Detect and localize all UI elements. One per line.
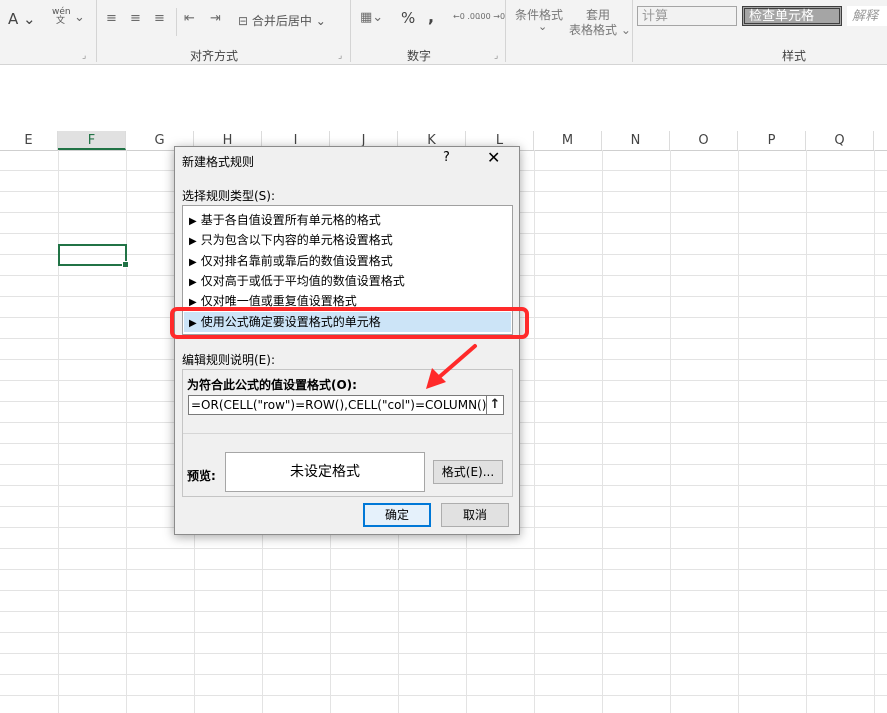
separator — [176, 8, 177, 36]
preview-box: 未设定格式 — [225, 452, 425, 492]
dialog-title: 新建格式规则 — [182, 155, 255, 169]
merge-center-label: 合并后居中 — [251, 14, 312, 28]
percent-button[interactable]: % — [401, 9, 415, 27]
help-icon[interactable]: ? — [443, 150, 450, 165]
ok-button[interactable]: 确定 — [363, 503, 431, 527]
expand-triangle-icon: ▶ — [189, 277, 197, 288]
group-label-alignment: 对齐方式 — [190, 49, 239, 63]
phonetic-dropdown-icon[interactable]: ⌄ — [74, 10, 85, 25]
expand-triangle-icon: ▶ — [189, 236, 197, 247]
formula-input[interactable]: =OR(CELL("row")=ROW(),CELL("col")=COLUMN… — [188, 395, 488, 415]
new-format-rule-dialog: 新建格式规则 ? ✕ 选择规则类型(S): ▶ 基于各自值设置所有单元格的格式 ▶… — [174, 146, 520, 535]
font-color-icon: A — [8, 10, 19, 28]
group-label-styles: 样式 — [782, 49, 807, 63]
separator — [96, 0, 97, 62]
formula-label: 为符合此公式的值设置格式(O): — [187, 378, 357, 392]
rule-type-item[interactable]: ▶ 仅对高于或低于平均值的数值设置格式 — [189, 271, 405, 291]
divider — [183, 433, 512, 434]
table-format-label: 表格格式 — [569, 23, 618, 37]
column-header-q[interactable]: Q — [806, 131, 874, 150]
phonetic-button[interactable]: wén 文 — [52, 8, 71, 26]
separator — [350, 0, 351, 62]
column-header-n[interactable]: N — [602, 131, 670, 150]
column-header-p[interactable]: P — [738, 131, 806, 150]
close-icon[interactable]: ✕ — [487, 148, 500, 167]
style-check-cell[interactable]: 检查单元格 — [742, 6, 842, 26]
dialog-launcher-icon[interactable]: ⌟ — [494, 51, 498, 61]
style-explain[interactable]: 解释 — [847, 6, 887, 26]
column-header-e[interactable]: E — [0, 131, 58, 150]
table-format-button[interactable]: 表格格式 ⌄ — [569, 21, 631, 38]
dialog-launcher-icon[interactable]: ⌟ — [338, 51, 342, 61]
decrease-indent-icon[interactable]: ⇤ — [184, 11, 195, 26]
group-label-number: 数字 — [407, 49, 432, 63]
ribbon: A ⌄ wén 文 ⌄ ≡ ≡ ≡ ⇤ ⇥ ⊟ 合并后居中 ⌄ ▦⌄ % , ←… — [0, 0, 887, 65]
merge-center-icon: ⊟ — [238, 14, 249, 28]
merge-center-button[interactable]: ⊟ 合并后居中 ⌄ — [238, 12, 326, 29]
rule-type-label: 仅对唯一值或重复值设置格式 — [200, 294, 357, 308]
merge-dropdown-icon: ⌄ — [315, 14, 326, 28]
dialog-launcher-icon[interactable]: ⌟ — [82, 51, 86, 61]
separator — [632, 0, 633, 62]
expand-triangle-icon: ▶ — [189, 257, 197, 268]
select-rule-type-label: 选择规则类型(S): — [182, 189, 276, 203]
align-left-icon[interactable]: ≡ — [106, 11, 117, 26]
collapse-dialog-icon[interactable]: ↑ — [486, 395, 504, 415]
format-button[interactable]: 格式(E)... — [433, 460, 503, 484]
conditional-format-dropdown-icon[interactable]: ⌄ — [538, 20, 547, 33]
align-center-icon[interactable]: ≡ — [130, 11, 141, 26]
column-header-m[interactable]: M — [534, 131, 602, 150]
decrease-decimal-icon[interactable]: .00 →0 — [478, 12, 505, 21]
rule-type-label: 只为包含以下内容的单元格设置格式 — [200, 233, 393, 247]
expand-triangle-icon: ▶ — [189, 216, 197, 227]
formula-bar-area — [0, 65, 887, 132]
rule-type-label: 基于各自值设置所有单元格的格式 — [200, 213, 381, 227]
phonetic-char: 文 — [56, 16, 66, 26]
separator — [505, 0, 506, 62]
preview-label: 预览: — [187, 469, 216, 483]
font-color-button[interactable]: A ⌄ — [8, 10, 36, 28]
column-header-o[interactable]: O — [670, 131, 738, 150]
cancel-button[interactable]: 取消 — [441, 503, 509, 527]
active-cell[interactable] — [58, 244, 129, 268]
rule-type-item[interactable]: ▶ 仅对排名靠前或靠后的数值设置格式 — [189, 251, 393, 271]
rule-type-label: 仅对排名靠前或靠后的数值设置格式 — [200, 254, 393, 268]
column-header-f[interactable]: F — [58, 131, 126, 150]
align-right-icon[interactable]: ≡ — [154, 11, 165, 26]
currency-format-icon[interactable]: ▦⌄ — [360, 10, 383, 25]
increase-decimal-icon[interactable]: ←0 .00 — [453, 12, 480, 21]
comma-button[interactable]: , — [428, 7, 434, 26]
rule-type-label: 仅对高于或低于平均值的数值设置格式 — [200, 274, 405, 288]
rule-type-item[interactable]: ▶ 基于各自值设置所有单元格的格式 — [189, 210, 381, 230]
rule-type-item[interactable]: ▶ 只为包含以下内容的单元格设置格式 — [189, 230, 393, 250]
style-calc[interactable]: 计算 — [637, 6, 737, 26]
edit-rule-box: 为符合此公式的值设置格式(O): =OR(CELL("row")=ROW(),C… — [182, 369, 513, 497]
increase-indent-icon[interactable]: ⇥ — [210, 11, 221, 26]
annotation-highlight-box — [170, 307, 529, 339]
edit-rule-label: 编辑规则说明(E): — [182, 353, 275, 367]
